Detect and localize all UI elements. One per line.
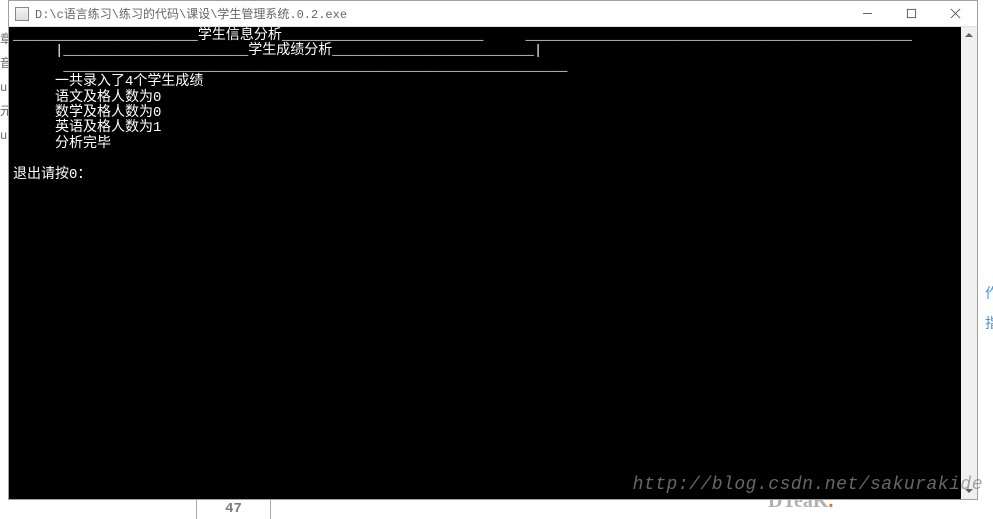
minimize-icon xyxy=(862,8,873,19)
watermark-text: http://blog.csdn.net/sakurakide xyxy=(633,475,983,495)
background-box: 47 xyxy=(196,498,271,519)
close-icon xyxy=(950,8,961,19)
window-title: D:\c语言练习\练习的代码\课设\学生管理系统.0.2.exe xyxy=(35,5,845,22)
background-bottom: 47 DTeaK. xyxy=(0,497,993,519)
scroll-up-button[interactable] xyxy=(961,27,977,43)
app-window: D:\c语言练习\练习的代码\课设\学生管理系统.0.2.exe _______… xyxy=(8,0,978,500)
console-area[interactable]: ______________________学生信息分析____________… xyxy=(9,27,977,499)
background-right-text: 作 指 xyxy=(985,280,993,340)
minimize-button[interactable] xyxy=(845,1,889,27)
chevron-up-icon xyxy=(965,33,973,37)
app-icon xyxy=(15,7,29,21)
console-output: ______________________学生信息分析____________… xyxy=(13,29,973,183)
maximize-icon xyxy=(906,8,917,19)
window-controls xyxy=(845,1,977,27)
maximize-button[interactable] xyxy=(889,1,933,27)
window-titlebar[interactable]: D:\c语言练习\练习的代码\课设\学生管理系统.0.2.exe xyxy=(9,1,977,27)
vertical-scrollbar[interactable] xyxy=(961,27,977,499)
close-button[interactable] xyxy=(933,1,977,27)
